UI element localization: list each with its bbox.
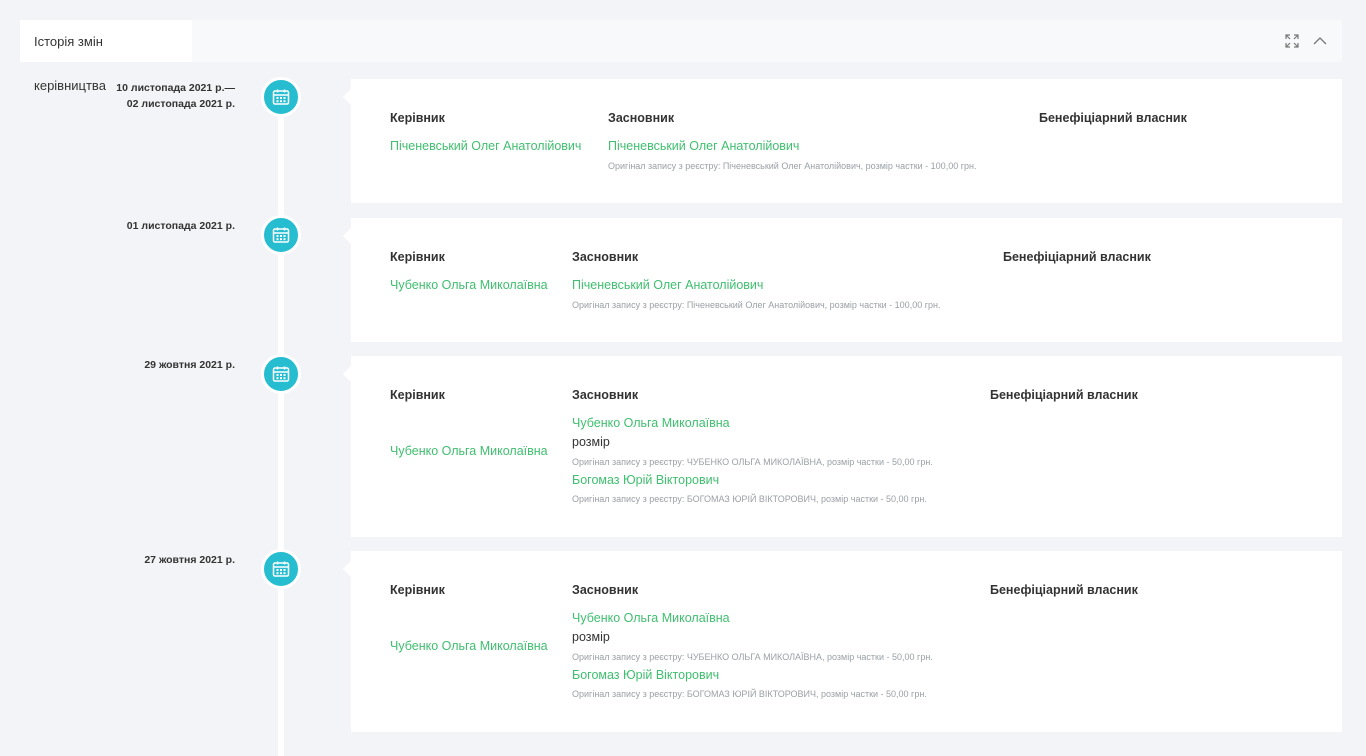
founder-link[interactable]: Піченевський Олег Анатолійович xyxy=(572,278,763,292)
calendar-icon xyxy=(272,561,290,577)
beneficiary-header: Бенефіціарний власник xyxy=(1003,250,1151,264)
manager-header: Керівник xyxy=(390,111,445,125)
registry-note: Оригінал запису з реєстру: БОГОМАЗ ЮРІЙ … xyxy=(572,689,927,699)
beneficiary-header: Бенефіціарний власник xyxy=(990,388,1138,402)
date-start: 01 листопада 2021 р. xyxy=(126,220,235,232)
manager-link[interactable]: Піченевський Олег Анатолійович xyxy=(390,139,581,153)
entry-card: Керівник Засновник Бенефіціарний власник… xyxy=(343,551,1342,732)
registry-note: Оригінал запису з реєстру: БОГОМАЗ ЮРІЙ … xyxy=(572,494,927,504)
calendar-icon-dot xyxy=(261,354,301,394)
entry-card: Керівник Засновник Бенефіціарний власник… xyxy=(343,218,1342,342)
founder-header: Засновник xyxy=(608,111,675,125)
calendar-icon-dot xyxy=(261,215,301,255)
registry-note: Оригінал запису з реєстру: Піченевський … xyxy=(608,161,977,171)
founder-extra: розмір xyxy=(572,630,610,644)
manager-header: Керівник xyxy=(390,388,445,402)
date-start: 29 жовтня 2021 р. xyxy=(144,359,235,371)
entry-date: 01 листопада 2021 р. xyxy=(15,218,235,234)
registry-note: Оригінал запису з реєстру: Піченевський … xyxy=(572,300,941,310)
entry-card: Керівник Засновник Бенефіціарний власник… xyxy=(343,79,1342,203)
manager-header: Керівник xyxy=(390,583,445,597)
calendar-icon-dot xyxy=(261,77,301,117)
beneficiary-header: Бенефіціарний власник xyxy=(1039,111,1187,125)
panel-title-tab[interactable]: Історія змін керівництва xyxy=(20,20,192,93)
founder-header: Засновник xyxy=(572,250,639,264)
founder-link[interactable]: Чубенко Ольга Миколаївна xyxy=(572,611,730,625)
beneficiary-header: Бенефіціарний власник xyxy=(990,583,1138,597)
founder-link[interactable]: Богомаз Юрій Вікторович xyxy=(572,473,719,487)
expand-icon[interactable] xyxy=(1284,33,1300,49)
calendar-icon-dot xyxy=(261,549,301,589)
manager-header: Керівник xyxy=(390,250,445,264)
date-start: 10 листопада 2021 р.— xyxy=(116,82,235,94)
entry-date: 29 жовтня 2021 р. xyxy=(15,357,235,373)
founder-link[interactable]: Чубенко Ольга Миколаївна xyxy=(572,416,730,430)
founder-extra: розмір xyxy=(572,435,610,449)
timeline-line xyxy=(278,96,284,756)
manager-link[interactable]: Чубенко Ольга Миколаївна xyxy=(390,639,548,653)
date-end: 02 листопада 2021 р. xyxy=(126,98,235,110)
date-start: 27 жовтня 2021 р. xyxy=(144,554,235,566)
founder-header: Засновник xyxy=(572,583,639,597)
founder-link[interactable]: Піченевський Олег Анатолійович xyxy=(608,139,799,153)
calendar-icon xyxy=(272,366,290,382)
chevron-up-icon[interactable] xyxy=(1312,33,1328,49)
calendar-icon xyxy=(272,89,290,105)
calendar-icon xyxy=(272,227,290,243)
panel-controls xyxy=(1284,33,1328,49)
founder-header: Засновник xyxy=(572,388,639,402)
manager-link[interactable]: Чубенко Ольга Миколаївна xyxy=(390,278,548,292)
registry-note: Оригінал запису з реєстру: ЧУБЕНКО ОЛЬГА… xyxy=(572,457,933,467)
entry-card: Керівник Засновник Бенефіціарний власник… xyxy=(343,356,1342,537)
panel-header: Історія змін керівництва xyxy=(20,20,1342,93)
manager-link[interactable]: Чубенко Ольга Миколаївна xyxy=(390,444,548,458)
registry-note: Оригінал запису з реєстру: ЧУБЕНКО ОЛЬГА… xyxy=(572,652,933,662)
entry-date: 10 листопада 2021 р.— 02 листопада 2021 … xyxy=(15,80,235,112)
entry-date: 27 жовтня 2021 р. xyxy=(15,552,235,568)
founder-link[interactable]: Богомаз Юрій Вікторович xyxy=(572,668,719,682)
